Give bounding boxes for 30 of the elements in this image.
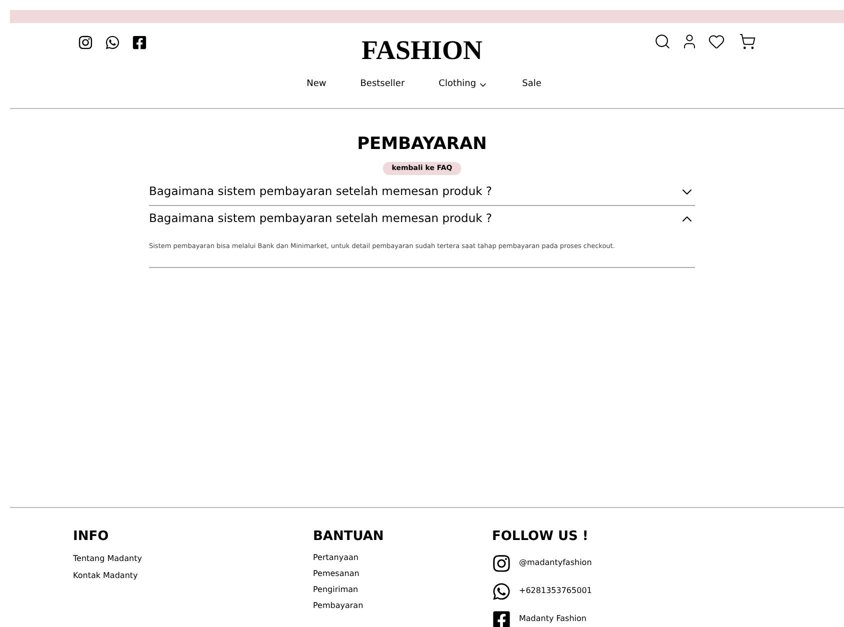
nav-link[interactable]: New [306,78,326,92]
social-link[interactable]: Madanty Fashion [519,613,586,625]
facebook-icon[interactable] [132,35,147,50]
whatsapp-icon[interactable] [105,35,120,50]
instagram-icon[interactable] [492,554,511,572]
whatsapp-icon[interactable] [492,582,511,600]
faq-question[interactable]: Bagaimana sistem pembayaran setelah memesan produk ? [149,183,492,201]
footer-link[interactable]: Pemesanan [313,566,360,582]
heart-icon[interactable] [708,33,725,50]
nav-link[interactable]: Sale [522,78,542,92]
footer-link[interactable]: Kontak Madanty [73,567,138,584]
cart-icon[interactable] [739,33,756,50]
facebook-icon[interactable] [492,610,511,627]
search-icon[interactable] [654,33,671,50]
nav-link[interactable]: Clothing [438,78,488,92]
nav-link[interactable]: Bestseller [360,78,405,92]
footer-heading: INFO [73,530,110,543]
social-link[interactable]: +6281353765001 [519,585,592,597]
brand-logo[interactable]: FASHION [0,37,844,64]
footer-heading: BANTUAN [313,530,385,543]
footer-heading: FOLLOW US ! [492,530,590,543]
page-title: PEMBAYARAN [357,136,487,153]
footer-link[interactable]: Pengiriman [313,582,358,598]
instagram-icon[interactable] [78,35,93,50]
footer-link[interactable]: Tentang Madanty [73,550,142,567]
footer-link[interactable]: Pertanyaan [313,550,358,566]
social-link[interactable]: @madantyfashion [519,557,592,569]
faq-question[interactable]: Bagaimana sistem pembayaran setelah memesan produk ? [149,210,492,228]
user-icon[interactable] [681,33,698,50]
footer-link[interactable]: Pembayaran [313,598,364,614]
